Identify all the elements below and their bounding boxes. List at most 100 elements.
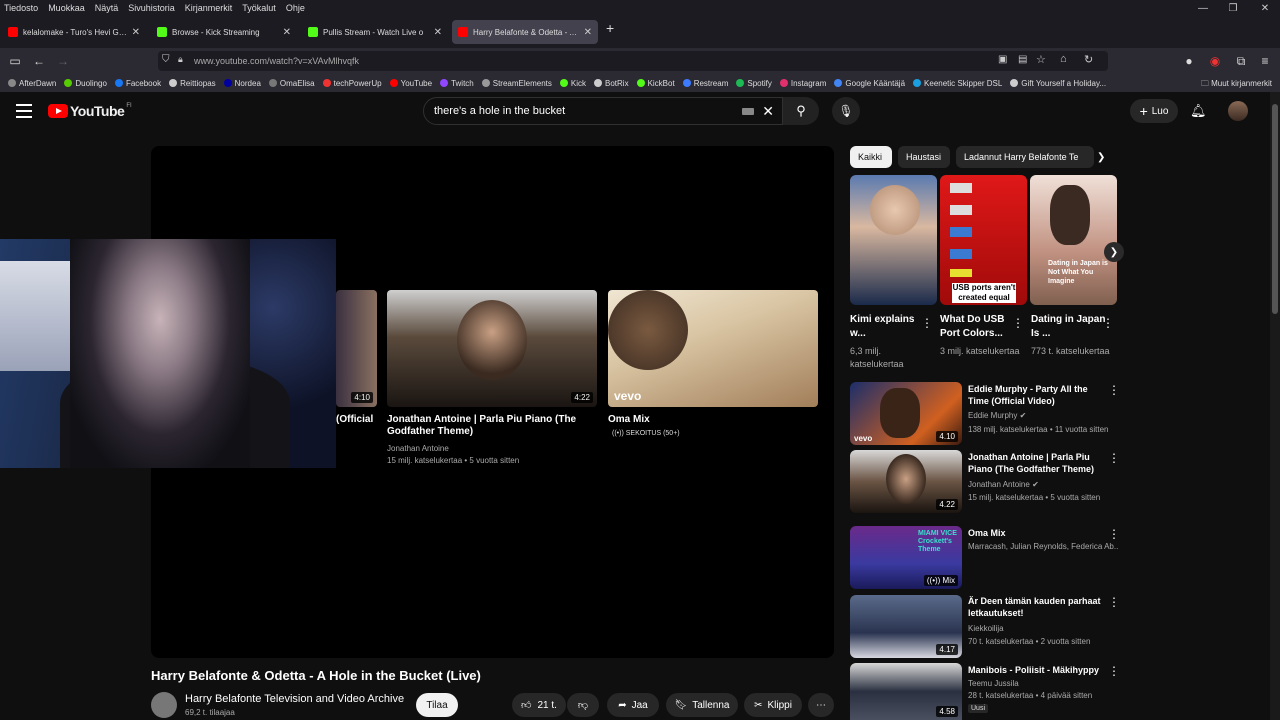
short-thumbnail[interactable]: USB ports aren't created equal: [940, 175, 1027, 305]
hamburger-menu-icon[interactable]: [16, 104, 32, 118]
menu-file[interactable]: Tiedosto: [4, 3, 38, 13]
search-button[interactable]: ⚲: [783, 97, 819, 125]
channel-avatar[interactable]: [151, 692, 177, 718]
bookmark-item[interactable]: Instagram: [779, 79, 826, 88]
bookmark-item[interactable]: techPowerUp: [322, 79, 382, 88]
bookmark-item[interactable]: Restream: [682, 79, 728, 88]
share-button[interactable]: ➦ Jaa: [607, 693, 659, 717]
short-thumbnail[interactable]: Dating in Japan is Not What You Imagine: [1030, 175, 1117, 305]
bookmark-item[interactable]: Duolingo: [64, 79, 107, 88]
create-button[interactable]: + Luo: [1130, 99, 1178, 123]
bookmark-item[interactable]: StreamElements: [481, 79, 552, 88]
endscreen-mix-card[interactable]: vevo: [608, 290, 818, 407]
chevron-right-icon[interactable]: ❯: [1097, 152, 1105, 163]
endscreen-title[interactable]: (Official: [336, 414, 378, 426]
restore-icon[interactable]: ❐: [1218, 0, 1248, 16]
short-title[interactable]: What Do USB Port Colors...: [940, 313, 1016, 341]
shield-icon[interactable]: ⛉: [162, 54, 170, 65]
browser-tab[interactable]: kelalomake - Turo's Hevi Gee - ✕: [2, 20, 146, 44]
related-video-title[interactable]: Eddie Murphy - Party All the Time (Offic…: [968, 383, 1108, 407]
bookmark-item[interactable]: Nordea: [223, 79, 261, 88]
more-vert-icon[interactable]: ⋮: [1108, 595, 1120, 609]
close-tab-icon[interactable]: ✕: [132, 27, 140, 38]
lock-icon[interactable]: 🔒︎: [178, 54, 183, 65]
menu-icon[interactable]: ≡: [1256, 52, 1274, 70]
more-vert-icon[interactable]: ⋮: [1108, 664, 1120, 678]
bookmark-item[interactable]: OmaElisa: [268, 79, 315, 88]
bookmark-item[interactable]: Twitch: [440, 79, 474, 88]
youtube-logo[interactable]: YouTube FI: [48, 103, 132, 119]
endscreen-video-card[interactable]: 4:10: [336, 290, 377, 407]
more-actions-button[interactable]: ⋯: [808, 693, 834, 717]
extension-icon[interactable]: ◉: [1206, 52, 1224, 70]
short-thumbnail[interactable]: [850, 175, 937, 305]
chevron-right-icon[interactable]: ❯: [1104, 242, 1124, 262]
save-button[interactable]: 🔖︎ Tallenna: [666, 693, 738, 717]
short-title[interactable]: Kimi explains w...: [850, 313, 926, 341]
avatar[interactable]: [1228, 101, 1248, 121]
voice-search-button[interactable]: 🎙︎: [832, 97, 860, 125]
address-bar[interactable]: ⛉ 🔒︎ www.youtube.com/watch?v=xVAvMlhvqfk…: [158, 51, 1108, 71]
related-video-title[interactable]: Är Deen tämän kauden parhaat letkautukse…: [968, 595, 1108, 619]
menu-edit[interactable]: Muokkaa: [48, 3, 85, 13]
subscribe-button[interactable]: Tilaa: [416, 693, 458, 717]
endscreen-title[interactable]: Jonathan Antoine | Parla Piu Piano (The …: [387, 414, 597, 438]
related-video-channel[interactable]: Jonathan Antoine ✔: [968, 480, 1118, 489]
browser-tab[interactable]: Pullis Stream - Watch Live o ✕: [302, 20, 448, 44]
close-tab-icon[interactable]: ✕: [584, 27, 592, 38]
search-input[interactable]: there's a hole in the bucket ✕: [423, 97, 783, 125]
more-vert-icon[interactable]: ⋮: [1108, 527, 1120, 541]
reload-icon[interactable]: ↻: [1084, 53, 1093, 66]
related-video-title[interactable]: Jonathan Antoine | Parla Piu Piano (The …: [968, 451, 1108, 475]
video-thumbnail[interactable]: vevo 4.10: [850, 382, 962, 445]
related-video-channel[interactable]: Marracash, Julian Reynolds, Federica Ab.…: [968, 542, 1118, 551]
clip-button[interactable]: ✂ Klippi: [744, 693, 802, 717]
like-button[interactable]: 👍︎ 21 t.: [512, 693, 566, 717]
search-query[interactable]: there's a hole in the bucket: [434, 105, 565, 117]
related-video-title[interactable]: Manibois - Poliisit - Mäkihyppy: [968, 664, 1108, 676]
clear-search-icon[interactable]: ✕: [762, 103, 774, 120]
minimize-icon[interactable]: —: [1188, 0, 1218, 16]
short-title[interactable]: Dating in Japan Is ...: [1031, 313, 1107, 341]
bookmark-item[interactable]: Gift Yourself a Holiday...: [1010, 79, 1106, 88]
video-thumbnail[interactable]: 4.17: [850, 595, 962, 658]
url-text[interactable]: www.youtube.com/watch?v=xVAvMlhvqfk: [194, 56, 359, 66]
bookmark-item[interactable]: AfterDawn: [8, 79, 56, 88]
browser-tab-active[interactable]: Harry Belafonte & Odetta - A H ✕: [452, 20, 598, 44]
bookmark-item[interactable]: Keenetic Skipper DSL: [913, 79, 1002, 88]
pip-icon[interactable]: ▣: [998, 54, 1007, 65]
bookmark-item[interactable]: Google Kääntäjä: [834, 79, 905, 88]
mix-thumbnail[interactable]: MIAMI VICE Crockett's Theme ((•)) Mix: [850, 526, 962, 589]
menu-history[interactable]: Sivuhistoria: [128, 3, 175, 13]
video-thumbnail[interactable]: 4.22: [850, 450, 962, 513]
more-vert-icon[interactable]: ⋮: [1012, 316, 1024, 330]
chip-uploaded-by[interactable]: Ladannut Harry Belafonte Te: [956, 146, 1094, 168]
channel-name[interactable]: Harry Belafonte Television and Video Arc…: [185, 693, 404, 705]
bookmark-item[interactable]: BotRix: [594, 79, 629, 88]
new-tab-icon[interactable]: +: [606, 20, 614, 36]
close-tab-icon[interactable]: ✕: [283, 27, 291, 38]
back-icon[interactable]: ←: [30, 52, 48, 70]
more-vert-icon[interactable]: ⋮: [1108, 383, 1120, 397]
page-scrollbar[interactable]: [1270, 92, 1280, 720]
dislike-button[interactable]: 👎︎: [567, 693, 599, 717]
bookmark-star-icon[interactable]: ☆: [1036, 53, 1046, 66]
menu-tools[interactable]: Työkalut: [242, 3, 276, 13]
related-video-channel[interactable]: Kiekkoilija: [968, 624, 1118, 633]
chip-for-you[interactable]: Haustasi: [898, 146, 950, 168]
extensions-icon[interactable]: ⧉: [1232, 52, 1250, 70]
sidebar-toggle-icon[interactable]: ▭: [6, 52, 24, 70]
other-bookmarks[interactable]: 🗀︎ Muut kirjanmerkit: [1201, 78, 1272, 92]
video-thumbnail[interactable]: 4.58: [850, 663, 962, 720]
account-icon[interactable]: ●: [1180, 52, 1198, 70]
bookmark-item[interactable]: Reittiopas: [169, 79, 216, 88]
close-window-icon[interactable]: ✕: [1250, 0, 1280, 16]
bookmark-item[interactable]: Spotify: [736, 79, 772, 88]
chip-all[interactable]: Kaikki: [850, 146, 892, 168]
related-video-title[interactable]: Oma Mix: [968, 527, 1108, 539]
bookmark-item[interactable]: Kick: [559, 79, 586, 88]
menu-help[interactable]: Ohje: [286, 3, 305, 13]
close-tab-icon[interactable]: ✕: [434, 27, 442, 38]
notifications-bell-icon[interactable]: 🔔︎: [1190, 103, 1207, 119]
reader-icon[interactable]: ▤: [1018, 54, 1027, 65]
